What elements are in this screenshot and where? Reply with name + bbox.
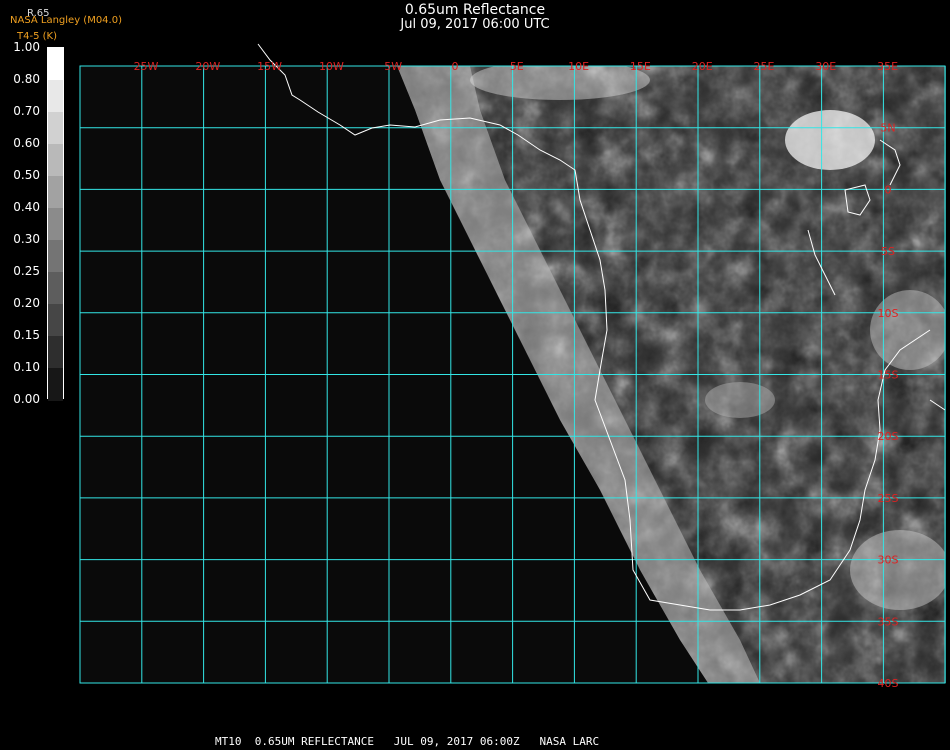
longitude-label: 15W: [257, 60, 282, 73]
longitude-label: 5W: [384, 60, 402, 73]
footer-text: MT10 0.65UM REFLECTANCE JUL 09, 2017 06:…: [215, 735, 600, 748]
latitude-label: 35S: [878, 615, 899, 628]
longitude-label: 10W: [319, 60, 344, 73]
longitude-label: 0: [452, 60, 459, 73]
longitude-label: 35E: [877, 60, 898, 73]
latitude-label: 15S: [878, 369, 899, 382]
longitude-label: 30E: [815, 60, 836, 73]
latitude-label: 0: [885, 183, 892, 196]
longitude-label: 10E: [568, 60, 589, 73]
latitude-label: 5N: [880, 122, 895, 135]
latitude-label: 20S: [878, 430, 899, 443]
longitude-label: 20W: [195, 60, 220, 73]
longitude-label: 20E: [692, 60, 713, 73]
latitude-label: 25S: [878, 492, 899, 505]
latitude-label: 40S: [878, 677, 899, 690]
latitude-label: 10S: [878, 307, 899, 320]
longitude-label: 15E: [630, 60, 651, 73]
latitude-label: 5S: [881, 245, 895, 258]
longitude-label: 5E: [510, 60, 524, 73]
satellite-map: 25W 20W 15W 10W 5W 0 5E 10E 15E 20E 25E 30E 35E 5N 0 5…: [79, 43, 946, 690]
longitude-label: 25W: [134, 60, 159, 73]
latitude-label: 30S: [878, 554, 899, 567]
longitude-label: 25E: [754, 60, 775, 73]
